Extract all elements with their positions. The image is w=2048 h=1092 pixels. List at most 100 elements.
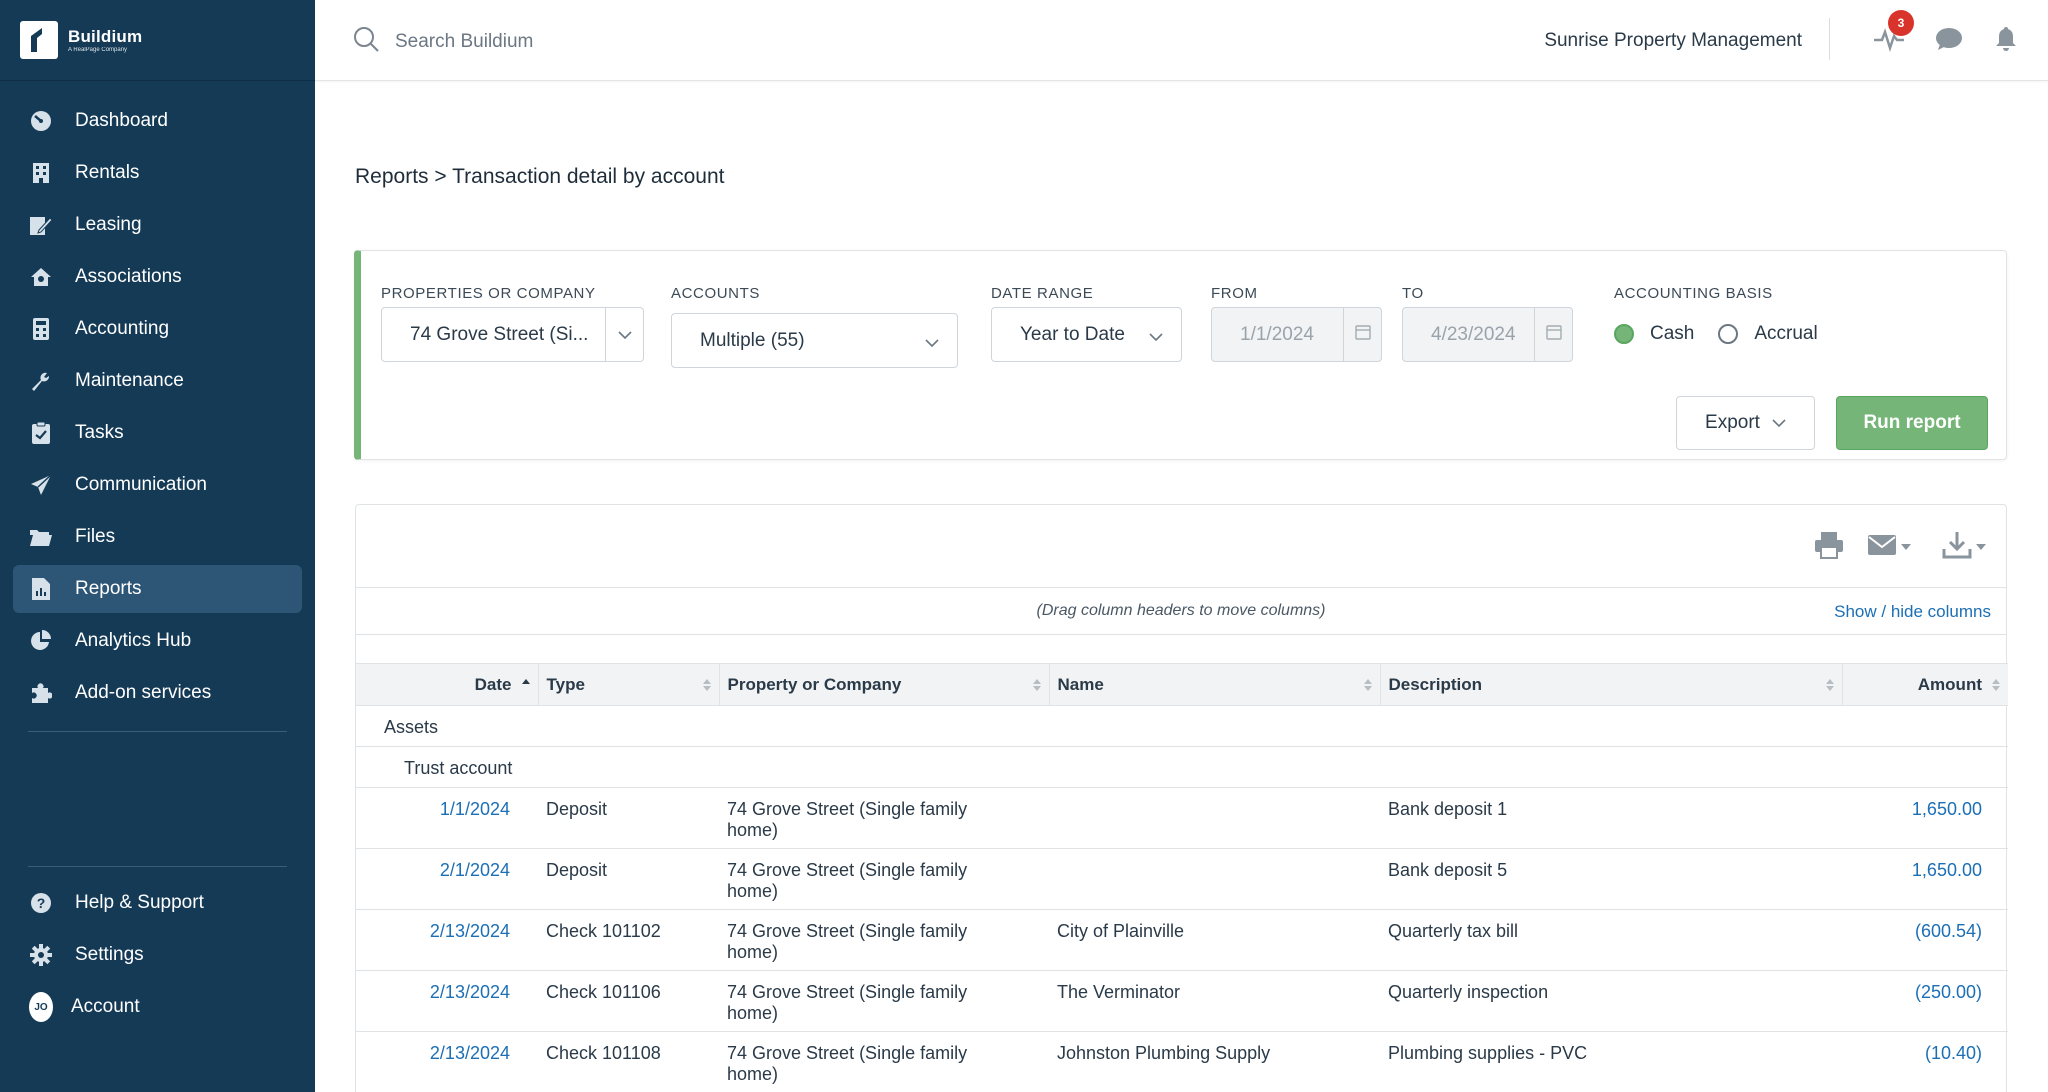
amount-link[interactable]: 1,650.00 xyxy=(1912,860,1982,880)
column-header-label: Property or Company xyxy=(728,675,902,694)
breadcrumb-reports-link[interactable]: Reports xyxy=(355,165,429,188)
sidebar-item-help-support[interactable]: ? Help & Support xyxy=(13,879,302,927)
sidebar-item-account[interactable]: JO Account xyxy=(13,983,302,1031)
sort-icon xyxy=(1033,677,1041,697)
date-link[interactable]: 2/13/2024 xyxy=(430,1043,510,1063)
date-link[interactable]: 1/1/2024 xyxy=(440,799,510,819)
column-header-amount[interactable]: Amount xyxy=(1842,664,2008,706)
sidebar-item-add-on-services[interactable]: Add-on services xyxy=(13,669,302,717)
calendar-icon xyxy=(1355,324,1371,346)
sort-icon xyxy=(1826,677,1834,697)
amount-link[interactable]: (10.40) xyxy=(1925,1043,1982,1063)
accrual-label: Accrual xyxy=(1754,323,1817,345)
chevron-down-icon xyxy=(1772,419,1786,428)
search-icon[interactable] xyxy=(353,26,379,57)
help-icon: ? xyxy=(29,891,53,915)
sort-ascending-icon xyxy=(522,677,530,697)
table-row: 2/13/2024 Check 101108 74 Grove Street (… xyxy=(356,1032,2008,1092)
drag-hint: (Drag column headers to move columns) xyxy=(356,602,2006,620)
date-range-label: DATE RANGE xyxy=(991,285,1093,302)
calendar-icon xyxy=(1546,324,1562,346)
sidebar-item-files[interactable]: Files xyxy=(13,513,302,561)
name-cell xyxy=(1049,788,1380,849)
date-link[interactable]: 2/13/2024 xyxy=(430,921,510,941)
brand-name: Buildium xyxy=(68,28,142,45)
paper-plane-icon xyxy=(29,473,53,497)
breadcrumb-separator: > xyxy=(434,165,446,188)
properties-value: 74 Grove Street (Si... xyxy=(410,324,588,346)
accounts-select[interactable]: Multiple (55) xyxy=(671,313,958,368)
notifications-button[interactable] xyxy=(1989,24,2023,58)
column-header-label: Description xyxy=(1389,675,1483,694)
sidebar-item-analytics-hub[interactable]: Analytics Hub xyxy=(13,617,302,665)
brand-tagline: A RealPage Company xyxy=(68,47,142,53)
top-bar: Sunrise Property Management 3 xyxy=(315,0,2048,81)
sidebar-item-communication[interactable]: Communication xyxy=(13,461,302,509)
sidebar-item-rentals[interactable]: Rentals xyxy=(13,149,302,197)
sidebar-item-reports[interactable]: Reports xyxy=(13,565,302,613)
column-header-type[interactable]: Type xyxy=(538,664,719,706)
accrual-radio[interactable] xyxy=(1718,324,1738,344)
from-date-value: 1/1/2024 xyxy=(1240,324,1314,346)
property-cell: 74 Grove Street (Single family home) xyxy=(719,788,1049,849)
sidebar-item-label: Add-on services xyxy=(75,682,211,704)
run-report-button[interactable]: Run report xyxy=(1836,396,1988,450)
export-button[interactable]: Export xyxy=(1676,396,1815,450)
date-link[interactable]: 2/13/2024 xyxy=(430,982,510,1002)
print-button[interactable] xyxy=(1814,531,1844,563)
type-cell: Check 101102 xyxy=(538,910,719,971)
column-header-name[interactable]: Name xyxy=(1049,664,1380,706)
wrench-icon xyxy=(29,369,53,393)
messages-button[interactable] xyxy=(1932,24,1966,58)
sidebar-item-settings[interactable]: Settings xyxy=(13,931,302,979)
sidebar-item-label: Dashboard xyxy=(75,110,168,132)
printer-icon xyxy=(1814,531,1844,564)
date-range-value: Year to Date xyxy=(1020,324,1125,346)
nav-divider xyxy=(28,731,287,732)
properties-select[interactable]: 74 Grove Street (Si... xyxy=(381,307,644,362)
show-hide-columns-link[interactable]: Show / hide columns xyxy=(1834,602,1991,622)
sidebar-item-label: Help & Support xyxy=(75,892,204,914)
sidebar-item-label: Maintenance xyxy=(75,370,184,392)
logo[interactable]: Buildium A RealPage Company xyxy=(0,0,315,81)
envelope-icon xyxy=(1867,534,1897,561)
column-header-label: Name xyxy=(1058,675,1104,694)
accounts-value: Multiple (55) xyxy=(700,330,805,352)
sidebar-item-tasks[interactable]: Tasks xyxy=(13,409,302,457)
cash-radio[interactable] xyxy=(1614,324,1634,344)
sidebar-item-accounting[interactable]: Accounting xyxy=(13,305,302,353)
column-header-label: Type xyxy=(547,675,585,694)
company-name[interactable]: Sunrise Property Management xyxy=(1544,30,1802,52)
name-cell: City of Plainville xyxy=(1049,910,1380,971)
table-row: 2/1/2024 Deposit 74 Grove Street (Single… xyxy=(356,849,2008,910)
search-input[interactable] xyxy=(395,31,795,53)
sidebar-item-maintenance[interactable]: Maintenance xyxy=(13,357,302,405)
amount-link[interactable]: 1,650.00 xyxy=(1912,799,1982,819)
report-results: (Drag column headers to move columns) Sh… xyxy=(355,504,2007,1092)
description-cell: Plumbing supplies - PVC xyxy=(1380,1032,1842,1092)
sidebar-item-label: Files xyxy=(75,526,115,548)
name-cell: Johnston Plumbing Supply xyxy=(1049,1032,1380,1092)
group-label: Assets xyxy=(356,706,2008,747)
sidebar-item-associations[interactable]: Associations xyxy=(13,253,302,301)
column-header-description[interactable]: Description xyxy=(1380,664,1842,706)
dashboard-icon xyxy=(29,109,53,133)
sidebar-item-dashboard[interactable]: Dashboard xyxy=(13,97,302,145)
amount-link[interactable]: (600.54) xyxy=(1915,921,1982,941)
column-header-label: Date xyxy=(475,675,512,694)
date-link[interactable]: 2/1/2024 xyxy=(440,860,510,880)
amount-link[interactable]: (250.00) xyxy=(1915,982,1982,1002)
sidebar-item-leasing[interactable]: Leasing xyxy=(13,201,302,249)
page-title: Transaction detail by account xyxy=(452,165,724,188)
date-range-select[interactable]: Year to Date xyxy=(991,307,1182,362)
download-button[interactable] xyxy=(1942,531,1986,563)
property-cell: 74 Grove Street (Single family home) xyxy=(719,971,1049,1032)
column-header-date[interactable]: Date xyxy=(356,664,538,706)
svg-text:?: ? xyxy=(37,895,46,911)
caret-down-icon xyxy=(1976,544,1986,550)
sidebar-item-label: Settings xyxy=(75,944,144,966)
column-header-property[interactable]: Property or Company xyxy=(719,664,1049,706)
to-label: TO xyxy=(1402,285,1424,302)
activity-button[interactable]: 3 xyxy=(1872,24,1906,58)
email-button[interactable] xyxy=(1867,531,1911,563)
